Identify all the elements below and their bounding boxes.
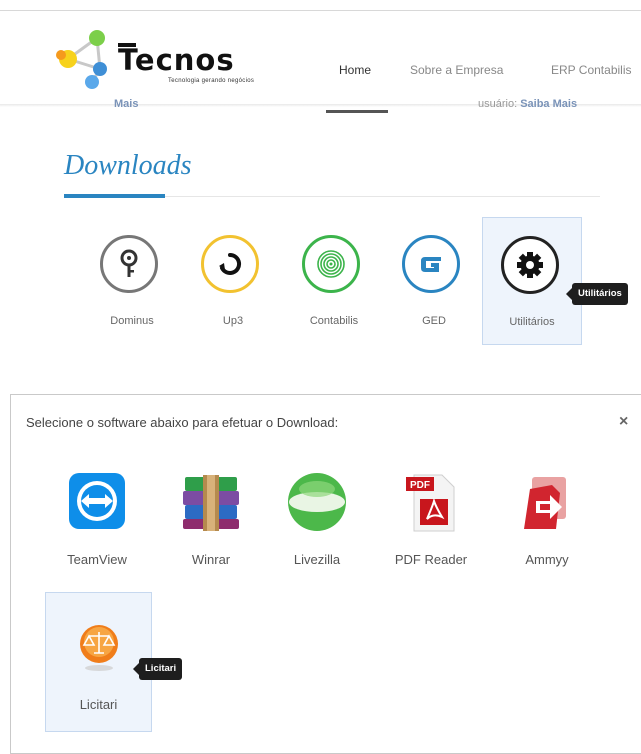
close-button[interactable]: ×: [619, 413, 628, 431]
product-contabilis[interactable]: Contabilis: [284, 217, 384, 345]
software-label: TeamView: [67, 552, 127, 567]
ammyy-icon: [524, 477, 566, 529]
target-icon: [302, 235, 360, 293]
pdf-badge: PDF: [410, 480, 430, 491]
partial-user-text: usuário: Saiba Mais: [478, 98, 577, 108]
partial-link-mais[interactable]: Mais: [114, 98, 138, 108]
product-up3[interactable]: Up3: [183, 217, 283, 345]
nav-active-indicator: [326, 110, 388, 113]
g-icon: [402, 235, 460, 293]
software-ammyy[interactable]: Ammyy: [507, 471, 587, 571]
nav-home[interactable]: Home: [339, 63, 371, 77]
refresh-icon: [201, 235, 259, 293]
logo-text[interactable]: Tecnos: [118, 43, 235, 77]
product-label: Up3: [222, 315, 244, 327]
software-livezilla[interactable]: Livezilla: [277, 471, 357, 571]
downloads-title: Downloads: [64, 150, 192, 181]
logo-subtext: Tecnologia gerando negócios: [168, 78, 255, 84]
software-label: Livezilla: [293, 552, 341, 567]
software-label: Licitari: [79, 697, 118, 712]
software-label: PDF Reader: [394, 552, 468, 567]
site-header: Tecnos Tecnologia gerando negócios Home …: [0, 11, 641, 113]
nav-erp-contabilis[interactable]: ERP Contabilis: [551, 63, 631, 77]
product-ged[interactable]: GED: [384, 217, 484, 345]
product-label: Utilitários: [509, 316, 555, 328]
product-label: Contabilis: [309, 315, 359, 327]
download-modal: Selecione o software abaixo para efetuar…: [10, 394, 641, 754]
gear-icon: [501, 236, 559, 294]
livezilla-icon: [288, 473, 346, 531]
software-winrar[interactable]: Winrar: [171, 471, 251, 571]
licitari-tooltip: Licitari: [132, 658, 183, 680]
software-label: Winrar: [191, 552, 231, 567]
modal-title: Selecione o software abaixo para efetuar…: [26, 415, 339, 430]
utilitarios-tooltip: Utilitários: [566, 283, 628, 305]
teamviewer-icon: [69, 473, 125, 529]
software-pdf-reader[interactable]: PDF PDF Reader: [383, 471, 479, 571]
nav-sobre-empresa[interactable]: Sobre a Empresa: [410, 63, 503, 77]
product-label: Dominus: [110, 315, 154, 327]
pdf-reader-icon: PDF: [406, 474, 455, 532]
product-label: GED: [422, 315, 446, 327]
key-icon: [100, 235, 158, 293]
product-utilitarios[interactable]: Utilitários: [482, 217, 582, 345]
downloads-accent-bar: [64, 194, 165, 198]
licitari-icon: [79, 625, 118, 671]
product-dominus[interactable]: Dominus: [82, 217, 182, 345]
software-licitari[interactable]: Licitari: [45, 592, 152, 732]
partial-saiba-mais-link[interactable]: Saiba Mais: [520, 98, 577, 108]
winrar-icon: [183, 475, 239, 531]
partial-user-prefix: usuário:: [478, 98, 518, 108]
software-label: Ammyy: [525, 552, 569, 567]
software-teamview[interactable]: TeamView: [57, 471, 137, 571]
